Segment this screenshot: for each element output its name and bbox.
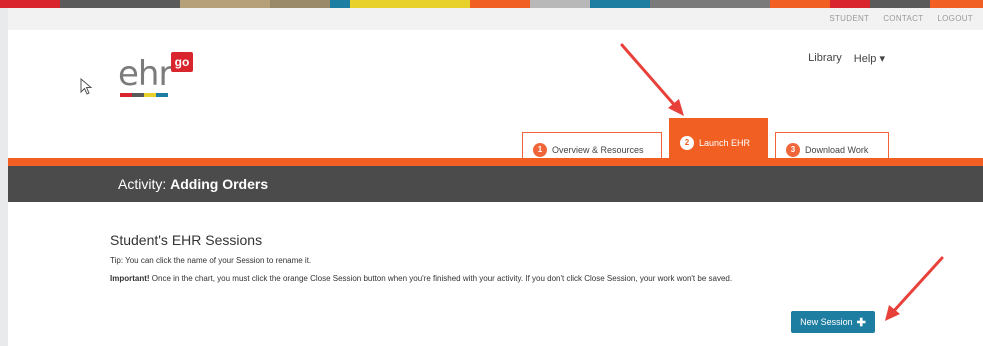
activity-bar: Activity: Adding Orders (8, 166, 983, 202)
logo-text: ehr (118, 54, 172, 94)
color-bar-segment (470, 0, 530, 8)
library-link[interactable]: Library (808, 52, 842, 65)
orange-divider (8, 158, 983, 166)
sessions-section: Student's EHR Sessions Tip: You can clic… (110, 232, 870, 291)
color-bar-segment (180, 0, 270, 8)
utility-links: STUDENT CONTACT LOGOUT (829, 14, 973, 23)
color-bar-segment (830, 0, 870, 8)
plus-icon: ✚ (856, 316, 866, 329)
logout-link[interactable]: LOGOUT (937, 14, 973, 23)
tab-number: 3 (786, 142, 800, 157)
tab-number: 2 (680, 135, 694, 150)
color-bar-segment (350, 0, 470, 8)
student-link[interactable]: STUDENT (829, 14, 869, 23)
color-bar-segment (60, 0, 180, 8)
color-bar-segment (270, 0, 330, 8)
logo-stripe (120, 93, 168, 97)
important-label: Important! (110, 274, 150, 283)
color-bar-segment (0, 0, 60, 8)
brand-color-bar (0, 0, 983, 8)
new-session-label: New Session (800, 317, 853, 327)
help-menu[interactable]: Help ▾ (854, 52, 885, 65)
color-bar-segment (870, 0, 930, 8)
color-bar-segment (770, 0, 830, 8)
color-bar-segment (650, 0, 770, 8)
mouse-cursor-icon (80, 78, 93, 95)
top-nav: Library Help ▾ (808, 52, 885, 65)
new-session-button[interactable]: New Session ✚ (791, 311, 875, 333)
page: STUDENT CONTACT LOGOUT ehr go Library He… (8, 8, 983, 346)
sessions-important: Important! Once in the chart, you must c… (110, 273, 870, 285)
color-bar-segment (330, 0, 350, 8)
important-text: Once in the chart, you must click the or… (149, 274, 733, 283)
sessions-tip: Tip: You can click the name of your Sess… (110, 256, 312, 265)
color-bar-segment (590, 0, 650, 8)
activity-prefix: Activity: (118, 176, 167, 192)
tab-label: Download Work (805, 144, 869, 155)
tab-number: 1 (533, 142, 547, 157)
tab-label: Launch EHR (699, 137, 751, 148)
tab-label: Overview & Resources (552, 144, 644, 155)
ehrgo-logo[interactable]: ehr go (118, 50, 198, 98)
color-bar-segment (530, 0, 590, 8)
logo-badge: go (171, 52, 193, 72)
activity-name: Adding Orders (170, 176, 269, 192)
contact-link[interactable]: CONTACT (883, 14, 923, 23)
sessions-heading: Student's EHR Sessions (110, 232, 263, 248)
activity-title: Activity: Adding Orders (118, 176, 268, 192)
color-bar-segment (930, 0, 983, 8)
